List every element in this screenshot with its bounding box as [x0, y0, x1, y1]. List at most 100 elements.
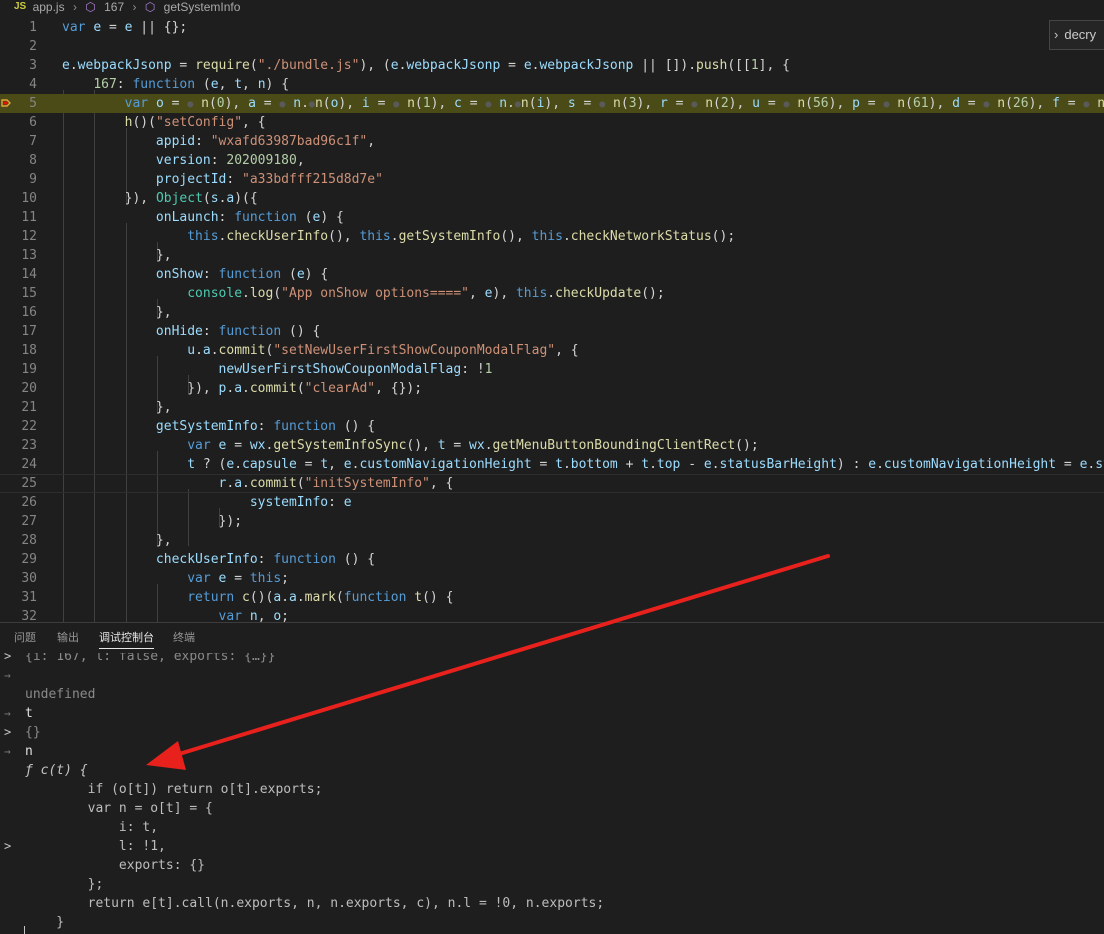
console-line: } — [0, 913, 1104, 932]
code-text: onHide: function () { — [155, 324, 321, 339]
code-line[interactable]: 19 newUserFirstShowCouponModalFlag: !1 — [0, 360, 1104, 379]
code-text: onShow: function (e) { — [155, 267, 329, 282]
debug-console-output[interactable]: > {i: 167, l: false, exports: {…}} → undefi… — [0, 653, 1104, 934]
code-editor[interactable]: 1 var e = e || {}; 2 3 e.webpackJsonp = requ… — [0, 14, 1104, 622]
console-line: undefined — [0, 685, 1104, 704]
code-line[interactable]: 29 checkUserInfo: function () { — [0, 550, 1104, 569]
console-line: if (o[t]) return o[t].exports; — [0, 780, 1104, 799]
code-text: }, — [155, 305, 172, 320]
code-line[interactable]: 14 onShow: function (e) { — [0, 265, 1104, 284]
line-number: 22 — [21, 419, 37, 434]
panel-tabs: 问题 输出 调试控制台 终端 — [0, 623, 1104, 653]
expand-chevron-icon[interactable]: > — [4, 837, 11, 856]
code-line[interactable]: 31 return c()(a.a.mark(function t() { — [0, 588, 1104, 607]
console-input-caret[interactable] — [24, 926, 25, 934]
console-text: }; — [25, 877, 104, 892]
code-line[interactable]: 10 }), Object(s.a)({ — [0, 189, 1104, 208]
console-line[interactable]: > {} — [0, 723, 1104, 742]
code-text: h()("setConfig", { — [124, 115, 266, 130]
code-text: u.a.commit("setNewUserFirstShowCouponMod… — [187, 343, 579, 358]
decorator-widget[interactable]: › decry — [1049, 20, 1104, 50]
code-text: }, — [155, 533, 172, 548]
console-text: {i: 167, l: false, exports: {…}} — [25, 653, 276, 664]
code-text: version: 202009180, — [155, 153, 305, 168]
tab-terminal[interactable]: 终端 — [173, 623, 195, 653]
breakpoint-paused-icon[interactable] — [1, 98, 11, 108]
code-text: var o = ● n(0), a = ● n.●n(o), i = ● n(1… — [124, 96, 1104, 111]
code-line[interactable]: 28 }, — [0, 531, 1104, 550]
code-text: }, — [155, 248, 172, 263]
code-line[interactable]: 15 console.log("App onShow options====",… — [0, 284, 1104, 303]
code-line[interactable]: 21 }, — [0, 398, 1104, 417]
code-line[interactable]: 17 onHide: function () { — [0, 322, 1104, 341]
code-line[interactable]: 24 t ? (e.capsule = t, e.customNavigatio… — [0, 455, 1104, 474]
result-arrow-icon: → — [4, 745, 11, 758]
code-line[interactable]: 9 projectId: "a33bdfff215d8d7e" — [0, 170, 1104, 189]
code-line[interactable]: 12 this.checkUserInfo(), this.getSystemI… — [0, 227, 1104, 246]
code-line[interactable]: 7 appid: "wxafd63987bad96c1f", — [0, 132, 1104, 151]
code-text: console.log("App onShow options====", e)… — [187, 286, 665, 301]
breadcrumb-method[interactable]: getSystemInfo — [164, 0, 241, 14]
code-line[interactable]: 5 var o = ● n(0), a = ● n.●n(o), i = ● n… — [0, 94, 1104, 113]
console-text: i: t, — [25, 820, 159, 835]
code-line[interactable]: 8 version: 202009180, — [0, 151, 1104, 170]
code-line[interactable]: 22 getSystemInfo: function () { — [0, 417, 1104, 436]
code-line[interactable]: 25 r.a.commit("initSystemInfo", { — [0, 474, 1104, 493]
console-line[interactable]: > {i: 167, l: false, exports: {…}} — [0, 653, 1104, 666]
chevron-right-icon: › — [72, 0, 77, 14]
js-file-icon: JS — [14, 1, 27, 12]
code-text: 167: function (e, t, n) { — [93, 77, 290, 92]
line-number: 21 — [21, 400, 37, 415]
code-text: e.webpackJsonp = require("./bundle.js"),… — [62, 58, 790, 73]
code-line[interactable]: 27 }); — [0, 512, 1104, 531]
code-line[interactable]: 30 var e = this; — [0, 569, 1104, 588]
line-number: 15 — [21, 286, 37, 301]
console-text: var n = o[t] = { — [25, 801, 213, 816]
code-text: onLaunch: function (e) { — [155, 210, 344, 225]
result-arrow-icon: → — [4, 669, 11, 682]
console-text: if (o[t]) return o[t].exports; — [25, 782, 323, 797]
line-number: 8 — [29, 153, 37, 168]
line-number: 26 — [21, 495, 37, 510]
console-text: exports: {} — [25, 858, 206, 873]
line-number: 29 — [21, 552, 37, 567]
expand-chevron-icon[interactable]: > — [4, 653, 11, 666]
code-line[interactable]: 3 e.webpackJsonp = require("./bundle.js")… — [0, 56, 1104, 75]
code-text: }, — [155, 400, 172, 415]
console-line: ƒ c(t) { — [0, 761, 1104, 780]
code-text: return c()(a.a.mark(function t() { — [187, 590, 454, 605]
code-line[interactable]: 16 }, — [0, 303, 1104, 322]
code-line[interactable]: 11 onLaunch: function (e) { — [0, 208, 1104, 227]
code-line[interactable]: 18 u.a.commit("setNewUserFirstShowCoupon… — [0, 341, 1104, 360]
code-line[interactable]: 13 }, — [0, 246, 1104, 265]
expand-chevron-icon[interactable]: > — [4, 723, 11, 742]
code-text: systemInfo: e — [249, 495, 352, 510]
module-cube-icon: ⬡ — [85, 0, 96, 14]
code-line[interactable]: 23 var e = wx.getSystemInfoSync(), t = w… — [0, 436, 1104, 455]
code-text: var e = e || {}; — [62, 20, 188, 35]
line-number: 12 — [21, 229, 37, 244]
tab-problems[interactable]: 问题 — [14, 623, 36, 653]
code-text: projectId: "a33bdfff215d8d7e" — [155, 172, 383, 187]
tab-debug-console[interactable]: 调试控制台 — [99, 623, 154, 653]
console-text: ƒ c(t) { — [25, 763, 88, 778]
console-line: i: t, — [0, 818, 1104, 837]
code-line[interactable]: 2 — [0, 37, 1104, 56]
code-line[interactable]: 26 systemInfo: e — [0, 493, 1104, 512]
tab-output[interactable]: 输出 — [57, 623, 79, 653]
code-line[interactable]: 20 }), p.a.commit("clearAd", {}); — [0, 379, 1104, 398]
code-line[interactable]: 6 h()("setConfig", { — [0, 113, 1104, 132]
chevron-right-icon: › — [1054, 27, 1059, 42]
breadcrumb-file[interactable]: app.js — [33, 0, 65, 14]
console-line: → n — [0, 742, 1104, 761]
line-number: 18 — [21, 343, 37, 358]
line-number: 17 — [21, 324, 37, 339]
console-line[interactable]: > l: !1, — [0, 837, 1104, 856]
breadcrumb-module[interactable]: 167 — [104, 0, 124, 14]
line-number: 20 — [21, 381, 37, 396]
code-line[interactable]: 4 167: function (e, t, n) { — [0, 75, 1104, 94]
code-line[interactable]: 1 var e = e || {}; — [0, 18, 1104, 37]
code-line[interactable]: 32 var n, o; — [0, 607, 1104, 622]
line-number: 30 — [21, 571, 37, 586]
code-text: }), p.a.commit("clearAd", {}); — [187, 381, 423, 396]
